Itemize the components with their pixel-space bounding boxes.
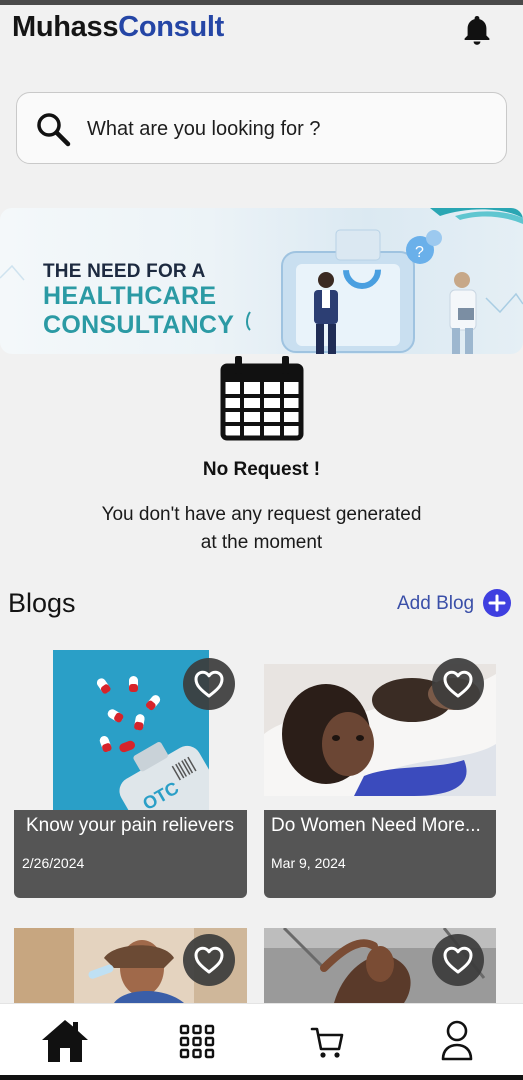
empty-state-message-line-1: You don't have any request generated bbox=[101, 504, 422, 525]
heart-icon bbox=[443, 670, 473, 698]
blog-card[interactable] bbox=[264, 928, 496, 1003]
nav-cart[interactable] bbox=[302, 1018, 352, 1064]
heart-icon bbox=[194, 946, 224, 974]
blog-title: Do Women Need More... bbox=[271, 815, 481, 836]
bottom-navigation bbox=[0, 1003, 523, 1075]
brand-logo: MuhassConsult bbox=[12, 11, 224, 44]
bell-icon[interactable] bbox=[460, 13, 494, 47]
brand-part-1: Muhass bbox=[12, 11, 119, 43]
home-icon bbox=[42, 1020, 88, 1062]
blog-card[interactable]: OTC Know your pain relievers 2/26/2024 bbox=[14, 650, 247, 898]
favorite-button[interactable] bbox=[432, 658, 484, 710]
blog-date: Mar 9, 2024 bbox=[271, 855, 346, 871]
blog-info: Do Women Need More... Mar 9, 2024 bbox=[264, 810, 496, 898]
cart-icon bbox=[310, 1027, 344, 1058]
favorite-button[interactable] bbox=[183, 934, 235, 986]
nav-home[interactable] bbox=[40, 1018, 90, 1064]
calendar-icon bbox=[220, 354, 304, 442]
profile-icon bbox=[441, 1020, 473, 1061]
blog-title: Know your pain relievers bbox=[26, 815, 235, 836]
empty-state-message: You don't have any request generated at … bbox=[0, 501, 523, 557]
blog-card[interactable]: Do Women Need More... Mar 9, 2024 bbox=[264, 658, 496, 898]
plus-icon bbox=[483, 589, 511, 617]
search-bar[interactable]: What are you looking for ? bbox=[16, 92, 507, 164]
banner-line-2: HEALTHCARE bbox=[43, 282, 217, 310]
app-header: MuhassConsult bbox=[0, 5, 523, 51]
heart-icon bbox=[443, 946, 473, 974]
svg-text:?: ? bbox=[415, 244, 424, 261]
empty-state-title: No Request ! bbox=[202, 459, 321, 480]
brand-part-2: Consult bbox=[118, 11, 225, 43]
system-bar bbox=[0, 1075, 523, 1080]
blog-date: 2/26/2024 bbox=[22, 855, 85, 871]
add-blog-label: Add Blog bbox=[397, 593, 475, 614]
add-blog-button[interactable]: Add Blog bbox=[397, 588, 513, 620]
grid-icon bbox=[179, 1024, 215, 1059]
favorite-button[interactable] bbox=[183, 658, 235, 710]
banner-line-1: THE NEED FOR A bbox=[43, 261, 206, 282]
promo-banner[interactable]: ? THE NEED FOR A HEALTHCARE CONSULTANCY bbox=[0, 208, 523, 354]
search-input[interactable]: What are you looking for ? bbox=[87, 118, 320, 141]
favorite-button[interactable] bbox=[432, 934, 484, 986]
empty-state-message-line-2: at the moment bbox=[200, 532, 323, 553]
blog-info: Know your pain relievers 2/26/2024 bbox=[14, 810, 247, 898]
blogs-section-title: Blogs bbox=[8, 588, 76, 618]
heart-icon bbox=[194, 670, 224, 698]
blog-card[interactable] bbox=[14, 928, 247, 1003]
search-icon bbox=[35, 111, 71, 147]
nav-profile[interactable] bbox=[432, 1018, 482, 1064]
banner-line-3: CONSULTANCY bbox=[43, 311, 235, 339]
nav-categories[interactable] bbox=[172, 1018, 222, 1064]
